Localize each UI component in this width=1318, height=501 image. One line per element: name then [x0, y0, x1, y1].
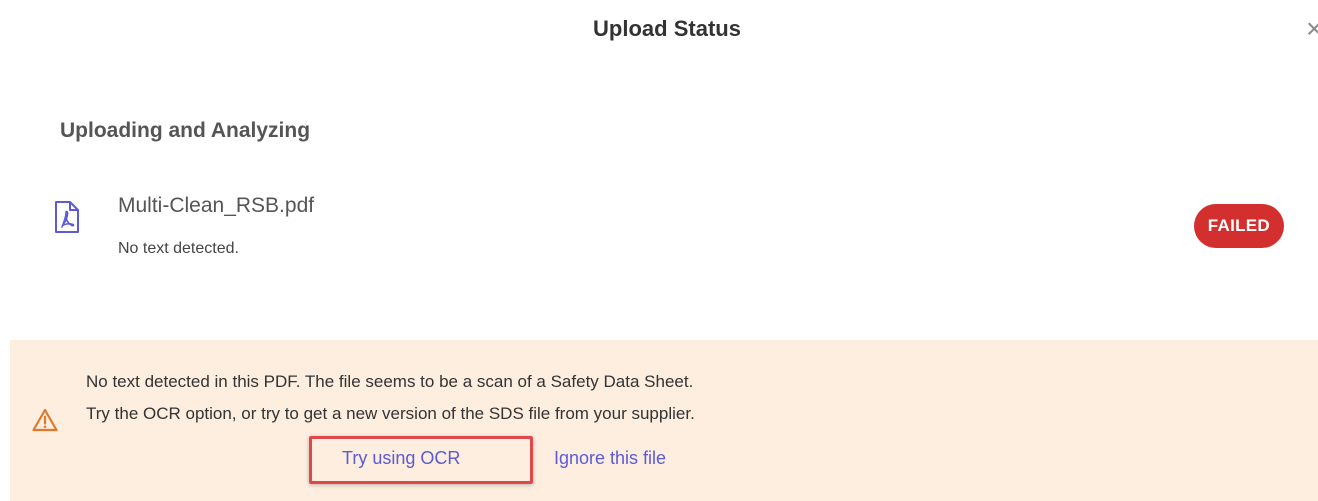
warning-panel: No text detected in this PDF. The file s… [10, 340, 1318, 501]
try-ocr-link[interactable]: Try using OCR [342, 446, 460, 470]
file-row: Multi-Clean_RSB.pdf No text detected. FA… [54, 186, 1284, 266]
close-button[interactable]: × [1306, 14, 1318, 46]
status-badge: FAILED [1193, 204, 1284, 248]
section-heading: Uploading and Analyzing [60, 119, 311, 142]
file-status-message: No text detected. [118, 240, 239, 257]
close-icon: × [1306, 14, 1318, 44]
dialog-title: Upload Status [593, 16, 741, 41]
warning-text-line-2: Try the OCR option, or try to get a new … [86, 404, 695, 423]
pdf-file-icon [54, 200, 80, 234]
file-name: Multi-Clean_RSB.pdf [118, 194, 315, 217]
upload-status-dialog: Upload Status × Uploading and Analyzing … [0, 0, 1318, 501]
warning-triangle-icon [32, 408, 58, 432]
ignore-file-link[interactable]: Ignore this file [554, 446, 666, 470]
warning-text-line-1: No text detected in this PDF. The file s… [86, 372, 694, 391]
